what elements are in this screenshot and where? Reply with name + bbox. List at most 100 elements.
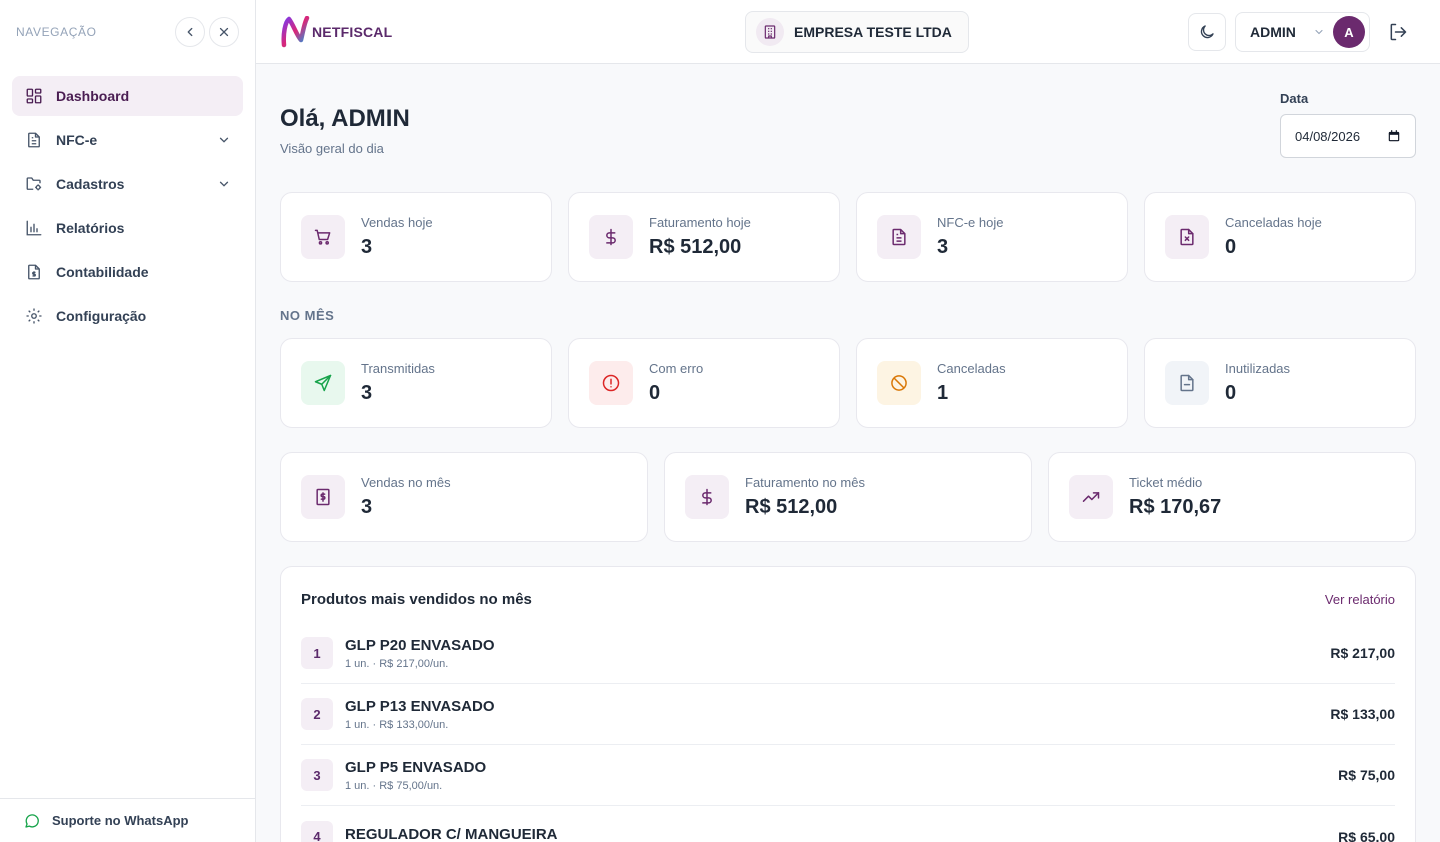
whatsapp-support-link[interactable]: Suporte no WhatsApp bbox=[0, 798, 255, 842]
calendar-icon bbox=[1388, 130, 1400, 142]
view-report-link[interactable]: Ver relatório bbox=[1325, 592, 1395, 607]
stat-value: R$ 170,67 bbox=[1129, 496, 1222, 518]
stat-card-inutilizadas: Inutilizadas 0 bbox=[1144, 338, 1416, 428]
stat-card-faturamento-mes: Faturamento no mês R$ 512,00 bbox=[664, 452, 1032, 542]
dashboard-icon bbox=[24, 86, 44, 106]
company-selector[interactable]: EMPRESA TESTE LTDA bbox=[745, 11, 969, 53]
sidebar-item-label: Dashboard bbox=[56, 88, 130, 104]
app-logo[interactable]: NETFISCAL bbox=[280, 16, 392, 48]
top-products-panel: Produtos mais vendidos no mês Ver relató… bbox=[280, 566, 1416, 842]
page-title: Olá, ADMIN bbox=[280, 105, 410, 132]
product-name: GLP P13 ENVASADO bbox=[345, 697, 495, 715]
stat-value: 3 bbox=[937, 236, 949, 258]
building-icon bbox=[756, 18, 784, 46]
product-detail: 1 un. · R$ 133,00/un. bbox=[345, 718, 449, 731]
product-total: R$ 65,00 bbox=[1338, 828, 1395, 842]
collapse-sidebar-button[interactable] bbox=[175, 17, 205, 47]
sidebar-item-dashboard[interactable]: Dashboard bbox=[12, 76, 243, 116]
stat-card-canceladas-hoje: Canceladas hoje 0 bbox=[1144, 192, 1416, 282]
logo-prefix: NET bbox=[312, 24, 341, 40]
stat-value: R$ 512,00 bbox=[745, 496, 838, 518]
page-subtitle: Visão geral do dia bbox=[280, 141, 384, 156]
logo-text: NETFISCAL bbox=[312, 24, 392, 40]
stat-label: Inutilizadas bbox=[1225, 361, 1291, 376]
stat-label: Canceladas bbox=[937, 361, 1006, 376]
product-row: 2 GLP P13 ENVASADO 1 un. · R$ 133,00/un.… bbox=[301, 684, 1395, 745]
sidebar-nav: Dashboard NFC-e Cadastros Relatórios Con… bbox=[0, 64, 255, 352]
stat-label: Vendas no mês bbox=[361, 475, 451, 490]
stat-value: 1 bbox=[937, 382, 949, 404]
stat-card-nfce-hoje: NFC-e hoje 3 bbox=[856, 192, 1128, 282]
stat-value: 3 bbox=[361, 496, 373, 518]
date-input[interactable]: 04/08/2026 bbox=[1280, 114, 1416, 158]
sidebar-item-label: Configuração bbox=[56, 308, 147, 324]
sidebar-item-nfce[interactable]: NFC-e bbox=[12, 120, 243, 160]
date-value: 04/08/2026 bbox=[1295, 128, 1361, 144]
file-x-icon bbox=[1165, 215, 1209, 259]
sidebar-title: NAVEGAÇÃO bbox=[16, 25, 97, 39]
file-minus-icon bbox=[1165, 361, 1209, 405]
stat-card-faturamento-hoje: Faturamento hoje R$ 512,00 bbox=[568, 192, 840, 282]
product-row: 1 GLP P20 ENVASADO 1 un. · R$ 217,00/un.… bbox=[301, 623, 1395, 684]
send-icon bbox=[301, 361, 345, 405]
product-name: GLP P5 ENVASADO bbox=[345, 758, 487, 776]
folder-settings-icon bbox=[24, 174, 44, 194]
stat-card-ticket-medio: Ticket médio R$ 170,67 bbox=[1048, 452, 1416, 542]
sidebar-item-label: Cadastros bbox=[56, 176, 125, 192]
product-rank: 4 bbox=[301, 820, 333, 842]
company-name: EMPRESA TESTE LTDA bbox=[794, 24, 952, 40]
stat-value: 0 bbox=[649, 382, 661, 404]
stat-label: NFC-e hoje bbox=[937, 215, 1004, 230]
product-total: R$ 75,00 bbox=[1338, 767, 1395, 783]
trending-up-icon bbox=[1069, 475, 1113, 519]
close-icon bbox=[219, 27, 229, 37]
sidebar-item-label: NFC-e bbox=[56, 132, 98, 148]
stat-card-canceladas: Canceladas 1 bbox=[856, 338, 1128, 428]
cart-icon bbox=[301, 215, 345, 259]
sidebar-item-cadastros[interactable]: Cadastros bbox=[12, 164, 243, 204]
product-detail: 1 un. · R$ 217,00/un. bbox=[345, 657, 449, 670]
stat-value: 0 bbox=[1225, 236, 1237, 258]
chevron-down-icon bbox=[1313, 26, 1325, 38]
sidebar-item-relatorios[interactable]: Relatórios bbox=[12, 208, 243, 248]
stat-card-vendas-hoje: Vendas hoje 3 bbox=[280, 192, 552, 282]
products-title: Produtos mais vendidos no mês bbox=[301, 591, 532, 608]
bar-chart-icon bbox=[24, 218, 44, 238]
sidebar: NAVEGAÇÃO Dashboard NFC-e Cadastros Rela… bbox=[0, 0, 256, 842]
alert-circle-icon bbox=[589, 361, 633, 405]
netfiscal-logo-icon bbox=[281, 16, 310, 48]
user-menu-button[interactable]: ADMIN A bbox=[1235, 12, 1370, 52]
ban-icon bbox=[877, 361, 921, 405]
stat-value: R$ 512,00 bbox=[649, 236, 742, 258]
logo-suffix: FISCAL bbox=[340, 24, 393, 40]
product-rank: 1 bbox=[301, 637, 333, 669]
sidebar-item-configuracao[interactable]: Configuração bbox=[12, 296, 243, 336]
sidebar-item-contabilidade[interactable]: Contabilidade bbox=[12, 252, 243, 292]
product-detail: 1 un. · R$ 75,00/un. bbox=[345, 779, 443, 792]
moon-icon bbox=[1200, 25, 1214, 39]
file-dollar-icon bbox=[24, 262, 44, 282]
stat-label: Faturamento hoje bbox=[649, 215, 751, 230]
logout-button[interactable] bbox=[1386, 20, 1410, 44]
dollar-icon bbox=[589, 215, 633, 259]
chevron-down-icon bbox=[219, 181, 229, 187]
product-total: R$ 133,00 bbox=[1330, 706, 1395, 722]
stat-label: Canceladas hoje bbox=[1225, 215, 1322, 230]
date-label: Data bbox=[1280, 91, 1309, 106]
stat-label: Ticket médio bbox=[1129, 475, 1203, 490]
stat-card-transmitidas: Transmitidas 3 bbox=[280, 338, 552, 428]
theme-toggle-button[interactable] bbox=[1188, 13, 1226, 51]
stat-label: Transmitidas bbox=[361, 361, 435, 376]
product-total: R$ 217,00 bbox=[1330, 645, 1395, 661]
product-row: 3 GLP P5 ENVASADO 1 un. · R$ 75,00/un. R… bbox=[301, 745, 1395, 806]
logout-icon bbox=[1390, 23, 1407, 41]
close-sidebar-button[interactable] bbox=[209, 17, 239, 47]
product-rank: 2 bbox=[301, 698, 333, 730]
stat-value: 3 bbox=[361, 382, 373, 404]
stat-label: Faturamento no mês bbox=[745, 475, 865, 490]
stat-label: Vendas hoje bbox=[361, 215, 433, 230]
document-icon bbox=[24, 130, 44, 150]
chevron-down-icon bbox=[219, 137, 229, 143]
product-row: 4 REGULADOR C/ MANGUEIRA R$ 65,00 bbox=[301, 806, 1395, 842]
user-name: ADMIN bbox=[1250, 24, 1296, 40]
